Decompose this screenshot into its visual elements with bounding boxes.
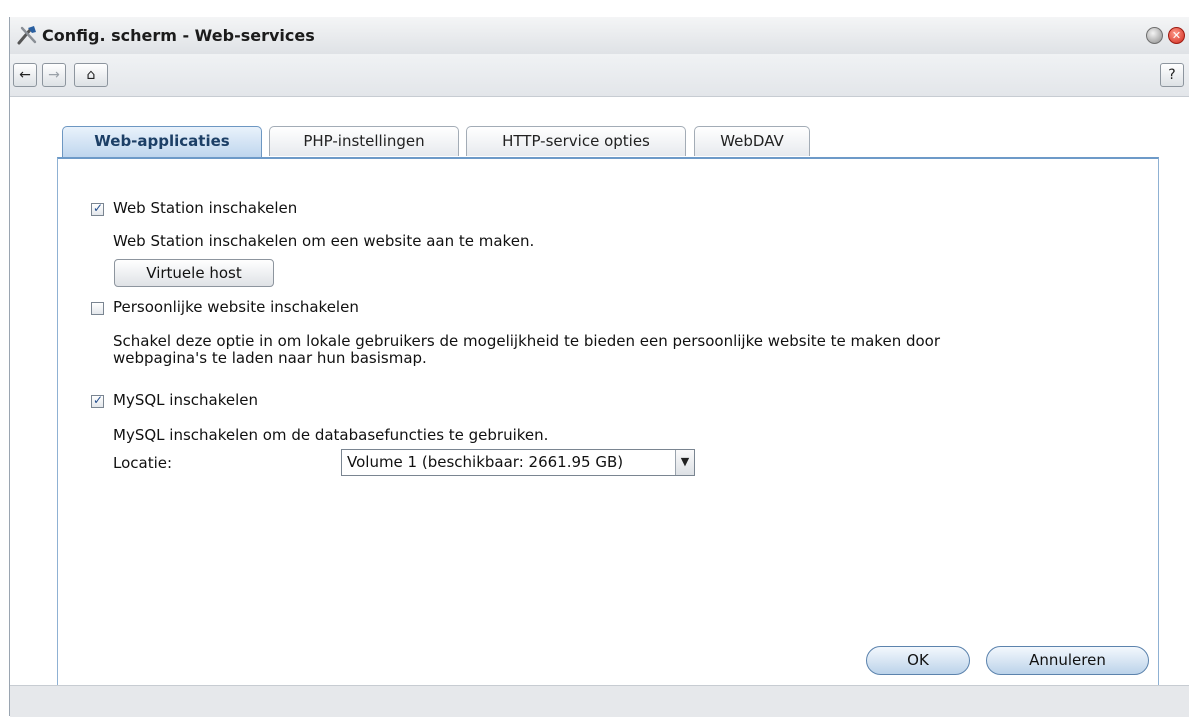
cancel-button[interactable]: Annuleren — [986, 646, 1149, 675]
mysql-description: MySQL inschakelen om de databasefuncties… — [113, 426, 549, 444]
forward-arrow-icon: → — [48, 67, 60, 83]
minimize-button[interactable] — [1146, 27, 1163, 44]
ok-button[interactable]: OK — [866, 646, 970, 675]
tools-icon — [17, 26, 37, 45]
back-button[interactable]: ← — [13, 63, 37, 87]
window-title: Config. scherm - Web-services — [42, 26, 315, 45]
mysql-checkbox[interactable]: ✓ — [91, 393, 104, 408]
close-icon: ✕ — [1171, 29, 1182, 42]
tab-web-applications[interactable]: Web-applicaties — [62, 126, 262, 157]
status-bar — [10, 685, 1189, 717]
help-icon: ? — [1168, 67, 1176, 83]
location-select[interactable]: Volume 1 (beschikbaar: 2661.95 GB) ▼ — [341, 449, 695, 476]
toolbar: ← → ⌂ ? — [10, 54, 1189, 97]
forward-button[interactable]: → — [42, 63, 66, 87]
home-button[interactable]: ⌂ — [74, 63, 108, 87]
checkmark-icon: ✓ — [93, 201, 104, 215]
home-icon: ⌂ — [86, 67, 96, 83]
tab-php-settings[interactable]: PHP-instellingen — [269, 126, 459, 156]
back-arrow-icon: ← — [19, 67, 31, 83]
web-station-label: Web Station inschakelen — [113, 199, 298, 217]
personal-website-checkbox[interactable] — [91, 302, 104, 315]
virtual-host-button[interactable]: Virtuele host — [114, 259, 274, 287]
config-window: Config. scherm - Web-services ✕ ← → ⌂ ? … — [9, 17, 1189, 717]
web-applications-panel: ✓ Web Station inschakelen Web Station in… — [57, 157, 1159, 687]
title-bar[interactable]: Config. scherm - Web-services ✕ — [10, 17, 1189, 54]
settings-content: Web-applicaties PHP-instellingen HTTP-se… — [10, 97, 1189, 687]
location-label: Locatie: — [113, 454, 173, 472]
close-button[interactable]: ✕ — [1168, 27, 1185, 44]
checkmark-icon: ✓ — [93, 393, 104, 407]
mysql-label: MySQL inschakelen — [113, 391, 258, 409]
chevron-down-icon[interactable]: ▼ — [675, 450, 694, 475]
web-station-checkbox[interactable]: ✓ — [91, 201, 104, 216]
personal-website-description-line1: Schakel deze optie in om lokale gebruike… — [113, 332, 941, 350]
location-select-value: Volume 1 (beschikbaar: 2661.95 GB) — [347, 453, 624, 471]
web-station-description: Web Station inschakelen om een website a… — [113, 232, 535, 250]
tab-http-service-options[interactable]: HTTP-service opties — [466, 126, 686, 156]
tab-webdav[interactable]: WebDAV — [694, 126, 810, 156]
help-button[interactable]: ? — [1160, 63, 1184, 87]
personal-website-label: Persoonlijke website inschakelen — [113, 298, 359, 316]
personal-website-description-line2: webpagina's te laden naar hun basismap. — [113, 349, 427, 367]
